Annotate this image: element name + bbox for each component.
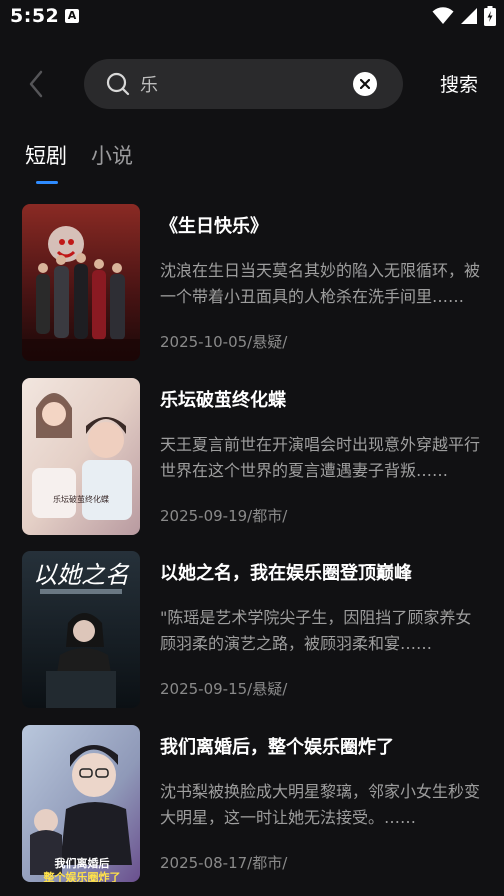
svg-text:乐坛破茧终化蝶: 乐坛破茧终化蝶 [53, 494, 109, 504]
result-meta: 2025-09-15/悬疑/ [160, 680, 288, 698]
search-bar[interactable] [84, 59, 403, 109]
clear-search-button[interactable] [353, 72, 377, 96]
svg-text:整个娱乐圈炸了: 整个娱乐圈炸了 [43, 870, 121, 882]
drama-cover-image: 以她之名 [22, 551, 140, 708]
search-icon [106, 72, 130, 96]
result-meta: 2025-10-05/悬疑/ [160, 333, 288, 351]
result-description: 天王夏言前世在开演唱会时出现意外穿越平行世界在这个世界的夏言遭遇妻子背叛…… [160, 434, 481, 480]
drama-cover-image: 我们离婚后 整个娱乐圈炸了 [22, 724, 140, 882]
result-title: 以她之名，我在娱乐圈登顶巅峰 [160, 563, 412, 584]
result-item[interactable]: 以她之名 以她之名，我在娱乐圈登顶巅峰 "陈瑶是艺术学院尖子生，因阻挡了顾家养女… [22, 551, 492, 725]
result-item[interactable]: 我们离婚后 整个娱乐圈炸了 我们离婚后，整个娱乐圈炸了 沈书梨被换脸成大明星黎璃… [22, 724, 492, 896]
tab-short-drama[interactable]: 短剧 [25, 140, 67, 184]
result-item[interactable]: 乐坛破茧终化蝶 乐坛破茧终化蝶 天王夏言前世在开演唱会时出现意外穿越平行世界在这… [22, 377, 492, 552]
category-tabs: 短剧 小说 [25, 140, 133, 184]
tab-label: 小说 [91, 144, 133, 168]
svg-text:以她之名: 以她之名 [33, 561, 130, 589]
search-submit-button[interactable]: 搜索 [440, 70, 478, 97]
search-results-list: 《生日快乐》 沈浪在生日当天莫名其妙的陷入无限循环，被一个带着小丑面具的人枪杀在… [22, 204, 492, 896]
status-icons [432, 6, 496, 26]
svg-text:我们离婚后: 我们离婚后 [55, 856, 110, 870]
signal-icon [461, 8, 477, 24]
result-title: 《生日快乐》 [160, 216, 268, 237]
result-description: 沈书梨被换脸成大明星黎璃，邻家小女生秒变大明星，这一时让她无法接受。…… [160, 781, 481, 827]
result-title: 我们离婚后，整个娱乐圈炸了 [160, 736, 394, 758]
tab-label: 短剧 [25, 144, 67, 168]
battery-icon [484, 6, 496, 26]
tab-novel[interactable]: 小说 [91, 140, 133, 184]
notification-badge-icon: A [65, 9, 79, 23]
back-button[interactable] [22, 68, 50, 100]
result-title: 乐坛破茧终化蝶 [160, 389, 286, 411]
wifi-icon [432, 7, 454, 24]
status-time: 5:52 [10, 5, 60, 27]
result-meta: 2025-08-17/都市/ [160, 853, 288, 872]
search-input[interactable] [140, 71, 340, 97]
chevron-left-icon [29, 70, 43, 98]
drama-cover-image [22, 204, 140, 361]
drama-cover-image: 乐坛破茧终化蝶 [22, 377, 140, 535]
result-meta: 2025-09-19/都市/ [160, 506, 288, 525]
close-icon [360, 79, 370, 89]
active-tab-indicator [36, 181, 58, 184]
result-description: 沈浪在生日当天莫名其妙的陷入无限循环，被一个带着小丑面具的人枪杀在洗手间里…… [160, 261, 481, 306]
result-description: "陈瑶是艺术学院尖子生，因阻挡了顾家养女顾羽柔的演艺之路，被顾羽柔和宴…… [160, 608, 472, 653]
result-item[interactable]: 《生日快乐》 沈浪在生日当天莫名其妙的陷入无限循环，被一个带着小丑面具的人枪杀在… [22, 204, 492, 378]
status-bar: 5:52 A [0, 0, 504, 34]
